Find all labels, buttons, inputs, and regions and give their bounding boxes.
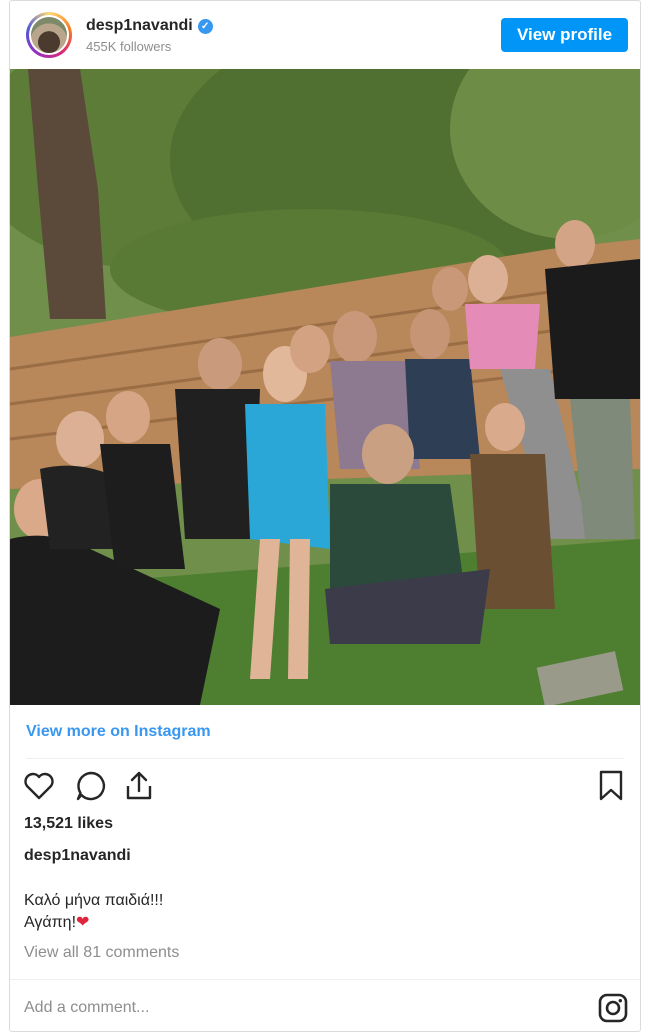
share-icon[interactable] [122,769,156,803]
caption-line-1: Καλό μήνα παιδιά!!! [24,892,164,909]
post-header: desp1navandi ✓ 455K followers View profi… [10,1,640,69]
red-heart-emoji-icon: ❤ [76,914,90,931]
comment-icon[interactable] [74,769,108,803]
heart-icon[interactable] [22,769,56,803]
avatar[interactable] [26,12,72,58]
likes-count[interactable]: 13,521 likes [24,815,113,833]
username-row: desp1navandi ✓ [86,17,213,35]
comment-bar: Add a comment... [10,979,640,1033]
view-profile-button[interactable]: View profile [501,18,628,52]
view-more-on-instagram-link[interactable]: View more on Instagram [26,723,211,741]
post-actions [22,769,628,805]
verified-badge-icon: ✓ [197,18,213,34]
divider [26,758,624,759]
instagram-embed-card: desp1navandi ✓ 455K followers View profi… [9,0,641,1032]
caption-line-2: Αγάπη!❤ [24,912,163,934]
followers-count: 455K followers [86,39,172,54]
post-caption: Καλό μήνα παιδιά!!! Αγάπη!❤ [24,890,163,934]
post-photo[interactable] [10,69,640,705]
add-comment-input[interactable]: Add a comment... [24,999,149,1017]
view-all-comments-link[interactable]: View all 81 comments [24,944,179,962]
instagram-logo-icon[interactable] [598,993,628,1023]
group-photo-image [10,69,640,705]
username-link[interactable]: desp1navandi [86,17,193,35]
bookmark-icon[interactable] [594,769,628,803]
caption-line-2-text: Αγάπη! [24,914,77,931]
profile-avatar-icon [29,15,69,55]
caption-username[interactable]: desp1navandi [24,847,131,865]
